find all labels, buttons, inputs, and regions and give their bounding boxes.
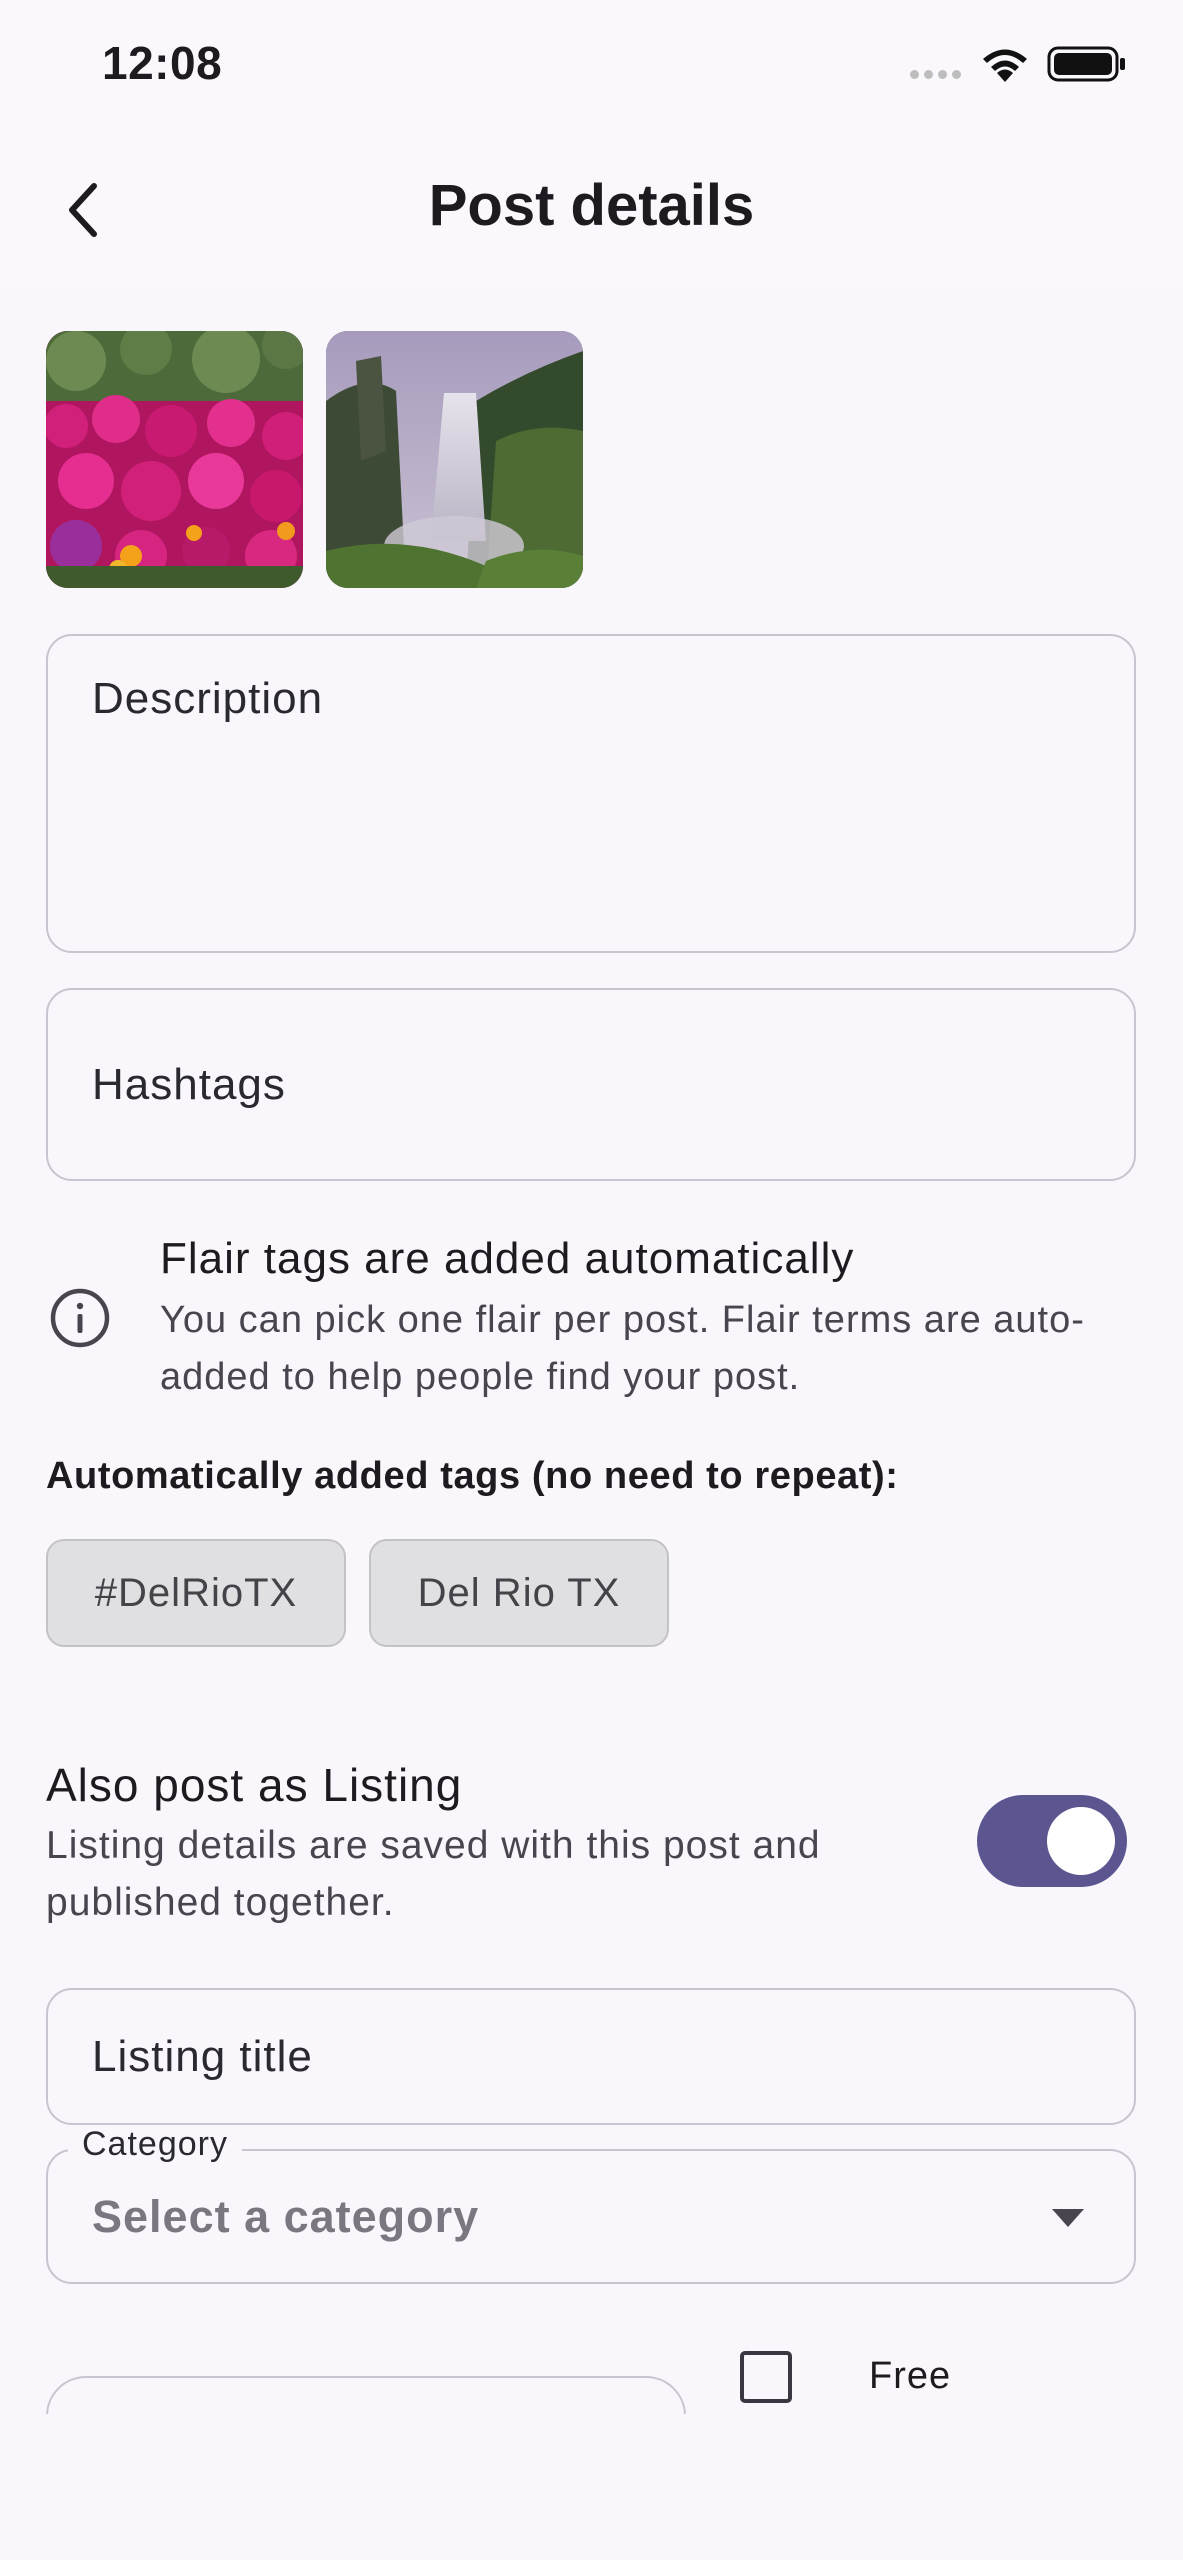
tag-chip: Del Rio TX [369,1539,669,1647]
photo-thumbnail-flowers[interactable] [46,331,303,588]
category-label: Category [68,2125,242,2164]
cellular-signal-icon [910,70,961,79]
status-bar: 12:08 [0,0,1183,130]
info-title: Flair tags are added automatically [160,1234,855,1283]
free-label: Free [869,2355,952,2397]
listing-title-placeholder: Listing title [92,2032,313,2081]
listing-toggle-title: Also post as Listing [46,1759,463,1811]
status-time: 12:08 [102,37,223,89]
page-title: Post details [428,173,755,238]
battery-icon [1047,46,1125,82]
listing-toggle-subtitle: Listing details are saved with this post… [46,1824,821,1924]
category-value: Select a category [92,2191,480,2242]
hashtags-field[interactable]: Hashtags [46,988,1136,1181]
description-field[interactable]: Description [46,634,1136,953]
wifi-icon [983,49,1027,82]
description-placeholder: Description [92,674,324,723]
auto-tags-heading: Automatically added tags (no need to rep… [46,1455,899,1497]
toggle-knob [1047,1807,1115,1875]
listing-title-field[interactable]: Listing title [46,1988,1136,2125]
bottom-fade [0,2414,1183,2560]
tag-chip: #DelRioTX [46,1539,346,1647]
photo-thumbnail-waterfall[interactable] [326,331,583,588]
hashtags-placeholder: Hashtags [92,1060,286,1109]
category-dropdown[interactable]: Category Select a category [46,2125,1136,2284]
app-bar: Post details [0,130,1183,285]
post-details-screen: 12:08 Post details Description Hashtags … [0,0,1183,2560]
info-body: You can pick one flair per post. Flair t… [160,1299,1085,1398]
dropdown-arrow-icon [1052,2209,1084,2227]
free-checkbox[interactable] [740,2351,792,2403]
listing-toggle-switch[interactable] [977,1795,1127,1887]
info-icon [50,1288,110,1348]
